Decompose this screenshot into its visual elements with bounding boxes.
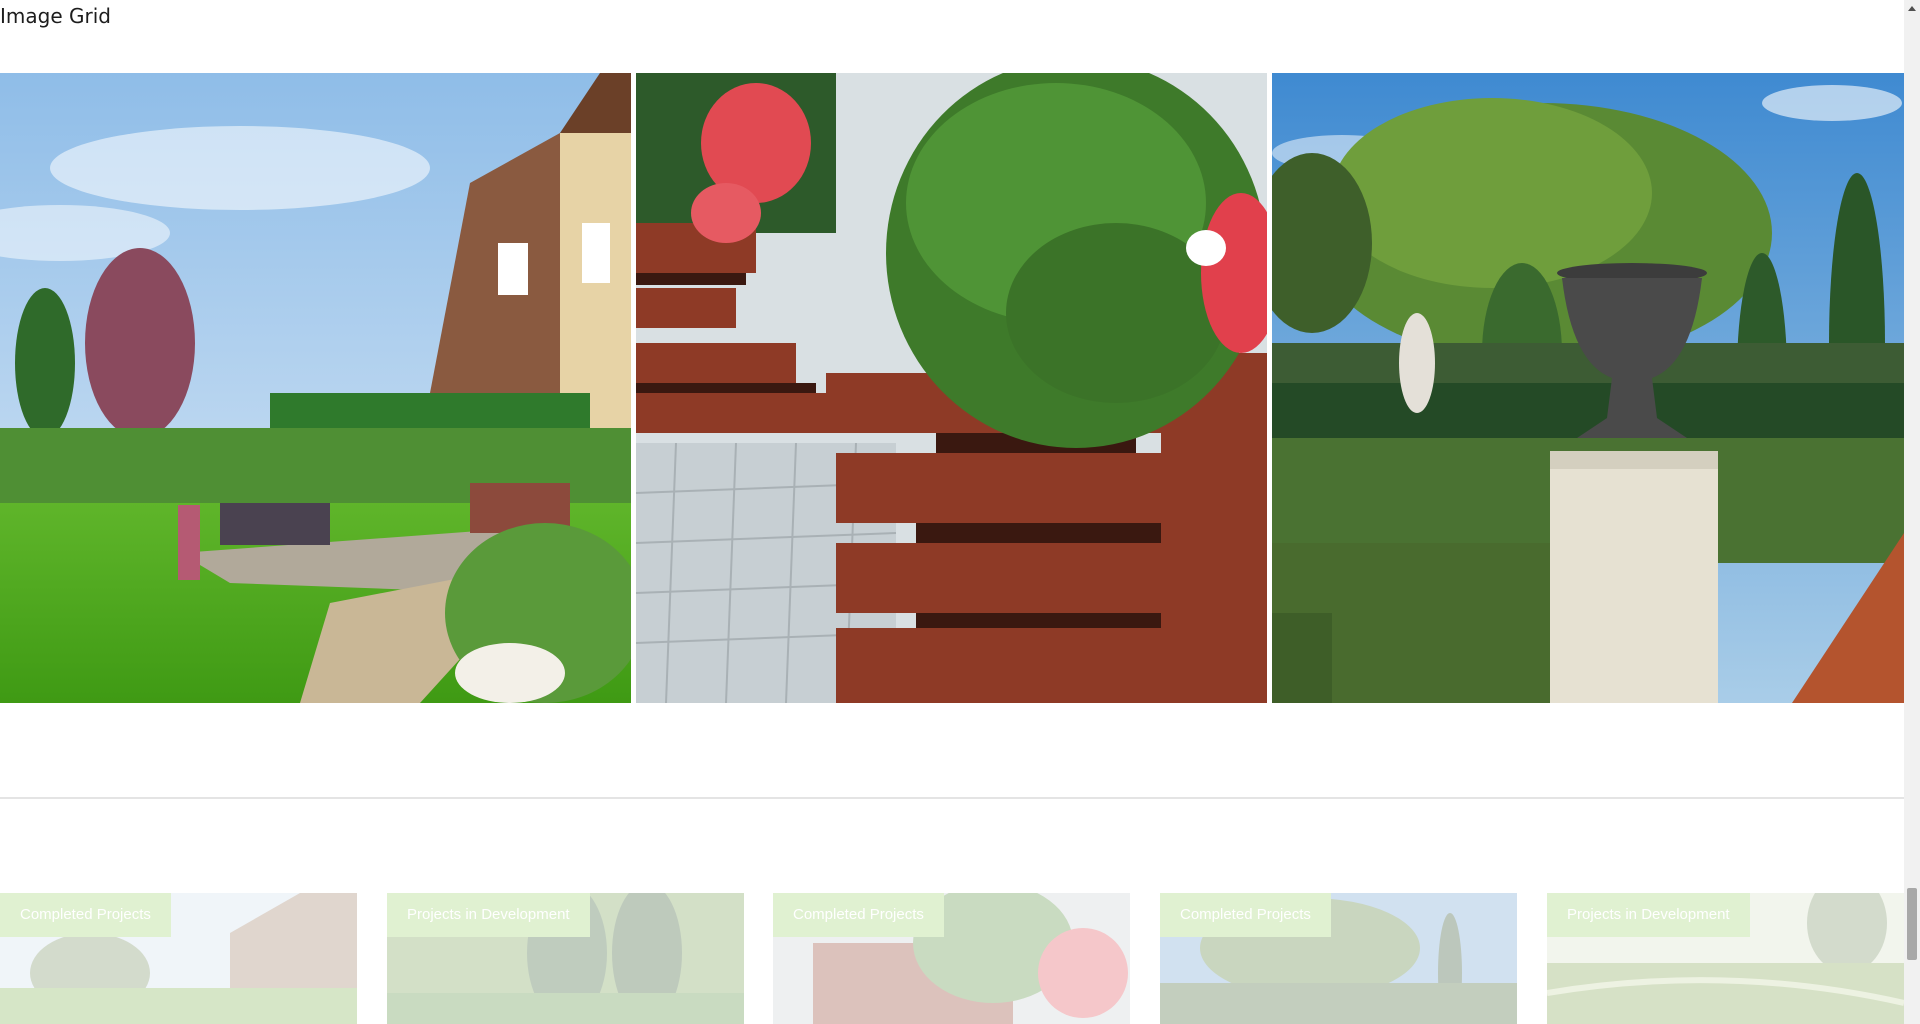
project-card[interactable]: Projects in Development — [387, 893, 744, 1024]
image-grid — [0, 73, 1904, 703]
projects-carousel: Completed Projects Projects in Developme… — [0, 893, 1904, 1024]
project-status-badge: Completed Projects — [1160, 893, 1331, 937]
project-card[interactable]: Projects in Development — [1547, 893, 1904, 1024]
project-status-badge: Completed Projects — [0, 893, 171, 937]
vertical-scrollbar[interactable] — [1904, 0, 1920, 1024]
page: Image Grid Completed Projects Projects i… — [0, 0, 1904, 1024]
project-status-badge: Completed Projects — [773, 893, 944, 937]
formal-garden-urn-image — [1272, 73, 1904, 703]
page-title: Image Grid — [0, 4, 111, 28]
backyard-patio-lawn-image — [0, 73, 631, 703]
triangle-up-icon[interactable] — [1908, 6, 1916, 11]
wooden-planter-box-image — [636, 73, 1267, 703]
section-divider — [0, 797, 1904, 799]
project-status-badge: Projects in Development — [1547, 893, 1750, 937]
project-card[interactable]: Completed Projects — [0, 893, 357, 1024]
project-card[interactable]: Completed Projects — [1160, 893, 1517, 1024]
scrollbar-thumb[interactable] — [1907, 888, 1917, 960]
project-status-badge: Projects in Development — [387, 893, 590, 937]
project-card[interactable]: Completed Projects — [773, 893, 1130, 1024]
